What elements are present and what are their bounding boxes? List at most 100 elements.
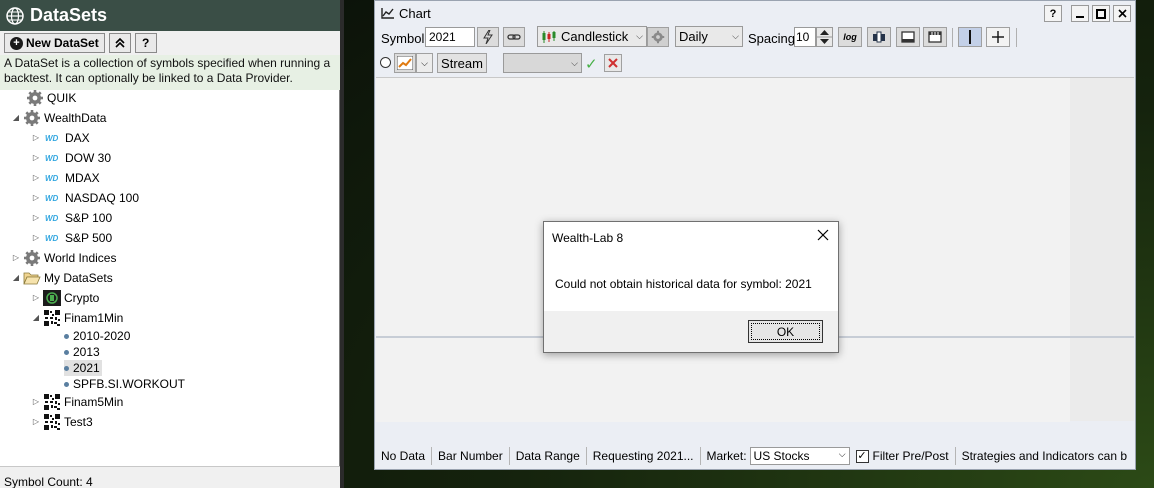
gear-icon [24, 250, 40, 266]
chart-help-button[interactable]: ? [1044, 5, 1062, 22]
help-button[interactable]: ? [134, 33, 157, 53]
datasets-title: DataSets [30, 5, 108, 25]
chart-style-settings-button[interactable] [647, 27, 669, 47]
dialog-close-button[interactable] [817, 228, 829, 246]
streaming-radio[interactable] [380, 57, 391, 68]
scale-value: Daily [679, 29, 708, 44]
wealthdata-logo-icon: WD [45, 173, 59, 183]
market-select[interactable]: US Stocks ⌵ [749, 447, 850, 465]
tree-item-crypto[interactable]: ▷ Crypto [31, 288, 99, 308]
symbol-input[interactable]: 2021 [425, 27, 475, 47]
tree-item-dax[interactable]: ▷ WD DAX [31, 128, 90, 148]
log-scale-button[interactable]: log [838, 27, 862, 47]
vertical-line-icon [969, 30, 971, 44]
tree-item-sp100[interactable]: ▷ WD S&P 100 [31, 208, 112, 228]
tree-label: S&P 500 [65, 231, 113, 245]
tree-item-dow30[interactable]: ▷ WD DOW 30 [31, 148, 111, 168]
tree-item-mdax[interactable]: ▷ WD MDAX [31, 168, 100, 188]
collapsed-arrow-icon[interactable]: ▷ [31, 417, 41, 427]
lightning-button[interactable] [477, 27, 499, 47]
indicator-dropdown[interactable]: ⌵ [416, 53, 433, 73]
tree-item-finam5min[interactable]: ▷ Finam5Min [31, 392, 123, 412]
wealthdata-logo-icon: WD [45, 193, 59, 203]
checkmark-icon[interactable]: ✓ [585, 55, 598, 73]
tree-label: NASDAQ 100 [65, 191, 140, 205]
filter-prepost-checkbox[interactable]: ✓ [855, 449, 869, 463]
trend-chart-icon [397, 56, 413, 70]
collapsed-arrow-icon[interactable]: ▷ [31, 173, 41, 183]
symbol-label: Symbol [381, 31, 425, 46]
tree-symbol-2021[interactable]: 2021 [64, 360, 102, 376]
collapse-button[interactable] [108, 33, 131, 53]
spacing-input[interactable]: 10 [794, 27, 816, 47]
tree-symbol-spfb[interactable]: SPFB.SI.WORKOUT [64, 376, 185, 392]
tree-label: QUIK [47, 91, 77, 105]
tree-label: Crypto [64, 291, 100, 305]
crosshair-cursor-button[interactable] [986, 27, 1010, 47]
finam-provider-icon [43, 413, 61, 431]
tree-label: 2013 [73, 345, 100, 359]
bottom-pane-button[interactable] [896, 27, 920, 47]
tree-item-test3[interactable]: ▷ Test3 [31, 412, 93, 432]
tree-item-quik[interactable]: QUIK [24, 88, 76, 108]
stream-button[interactable]: Stream [437, 53, 487, 73]
chart-style-select[interactable]: Candlestick ⌵ [537, 26, 647, 47]
expanded-arrow-icon[interactable]: ◢ [31, 313, 41, 323]
ok-button[interactable]: OK [748, 320, 823, 343]
wealthdata-logo-icon: WD [45, 133, 59, 143]
tree-item-wealthdata[interactable]: ◢ WealthData [11, 108, 106, 128]
bullet-icon [64, 333, 69, 339]
chevron-down-icon: ⌵ [571, 57, 578, 68]
tree-label: 2021 [73, 361, 100, 375]
minimize-button[interactable] [1071, 5, 1089, 22]
spacing-spinner[interactable] [816, 27, 833, 47]
collapsed-arrow-icon[interactable]: ▷ [31, 397, 41, 407]
stream-provider-select[interactable]: ⌵ [503, 53, 582, 73]
spinner-arrows-icon [817, 30, 832, 44]
indicator-button[interactable] [394, 53, 416, 73]
chevron-down-icon: ⌵ [421, 57, 428, 68]
maximize-button[interactable] [1092, 5, 1110, 22]
link-button[interactable] [503, 27, 525, 47]
tree-label: Finam1Min [64, 311, 124, 325]
panel-splitter[interactable] [340, 0, 344, 488]
collapsed-arrow-icon[interactable]: ▷ [31, 233, 41, 243]
tree-symbol-2013[interactable]: 2013 [64, 344, 100, 360]
close-button[interactable] [1113, 5, 1131, 22]
expanded-arrow-icon[interactable]: ◢ [11, 113, 21, 123]
chart-titlebar: Chart ? [375, 1, 1135, 25]
collapsed-arrow-icon[interactable]: ▷ [31, 133, 41, 143]
plus-circle-icon: + [10, 36, 23, 50]
cancel-stream-button[interactable] [604, 54, 622, 72]
collapsed-arrow-icon[interactable]: ▷ [31, 293, 41, 303]
error-dialog: Wealth-Lab 8 Could not obtain historical… [543, 221, 839, 353]
gear-icon [27, 90, 43, 106]
top-pane-button[interactable] [923, 27, 947, 47]
expanded-arrow-icon[interactable]: ◢ [11, 273, 21, 283]
tree-item-sp500[interactable]: ▷ WD S&P 500 [31, 228, 112, 248]
dialog-title: Wealth-Lab 8 [552, 231, 624, 245]
tree-label: S&P 100 [65, 211, 113, 225]
tree-label: WealthData [44, 111, 107, 125]
tree-item-my-datasets[interactable]: ◢ My DataSets [11, 268, 113, 288]
tree-item-finam1min[interactable]: ◢ Finam1Min [31, 308, 123, 328]
pane-bottom-icon [901, 31, 915, 43]
toolbar-separator [952, 28, 953, 47]
candle-color-button[interactable] [867, 27, 891, 47]
collapsed-arrow-icon[interactable]: ▷ [31, 213, 41, 223]
gear-icon [24, 110, 40, 126]
new-dataset-button[interactable]: + New DataSet [4, 33, 105, 53]
collapsed-arrow-icon[interactable]: ▷ [11, 253, 21, 263]
vertical-line-cursor-button[interactable] [958, 27, 982, 47]
chart-status-bar: No Data Bar Number Data Range Requesting… [375, 443, 1135, 469]
status-no-data: No Data [375, 447, 433, 465]
tree-label: Test3 [64, 415, 93, 429]
globe-icon [6, 6, 24, 25]
scale-select[interactable]: Daily ⌵ [675, 26, 743, 47]
tree-symbol-2010-2020[interactable]: 2010-2020 [64, 328, 130, 344]
collapsed-arrow-icon[interactable]: ▷ [31, 193, 41, 203]
tree-item-nasdaq100[interactable]: ▷ WD NASDAQ 100 [31, 188, 139, 208]
tree-label: DOW 30 [65, 151, 112, 165]
tree-item-world-indices[interactable]: ▷ World Indices [11, 248, 116, 268]
collapsed-arrow-icon[interactable]: ▷ [31, 153, 41, 163]
